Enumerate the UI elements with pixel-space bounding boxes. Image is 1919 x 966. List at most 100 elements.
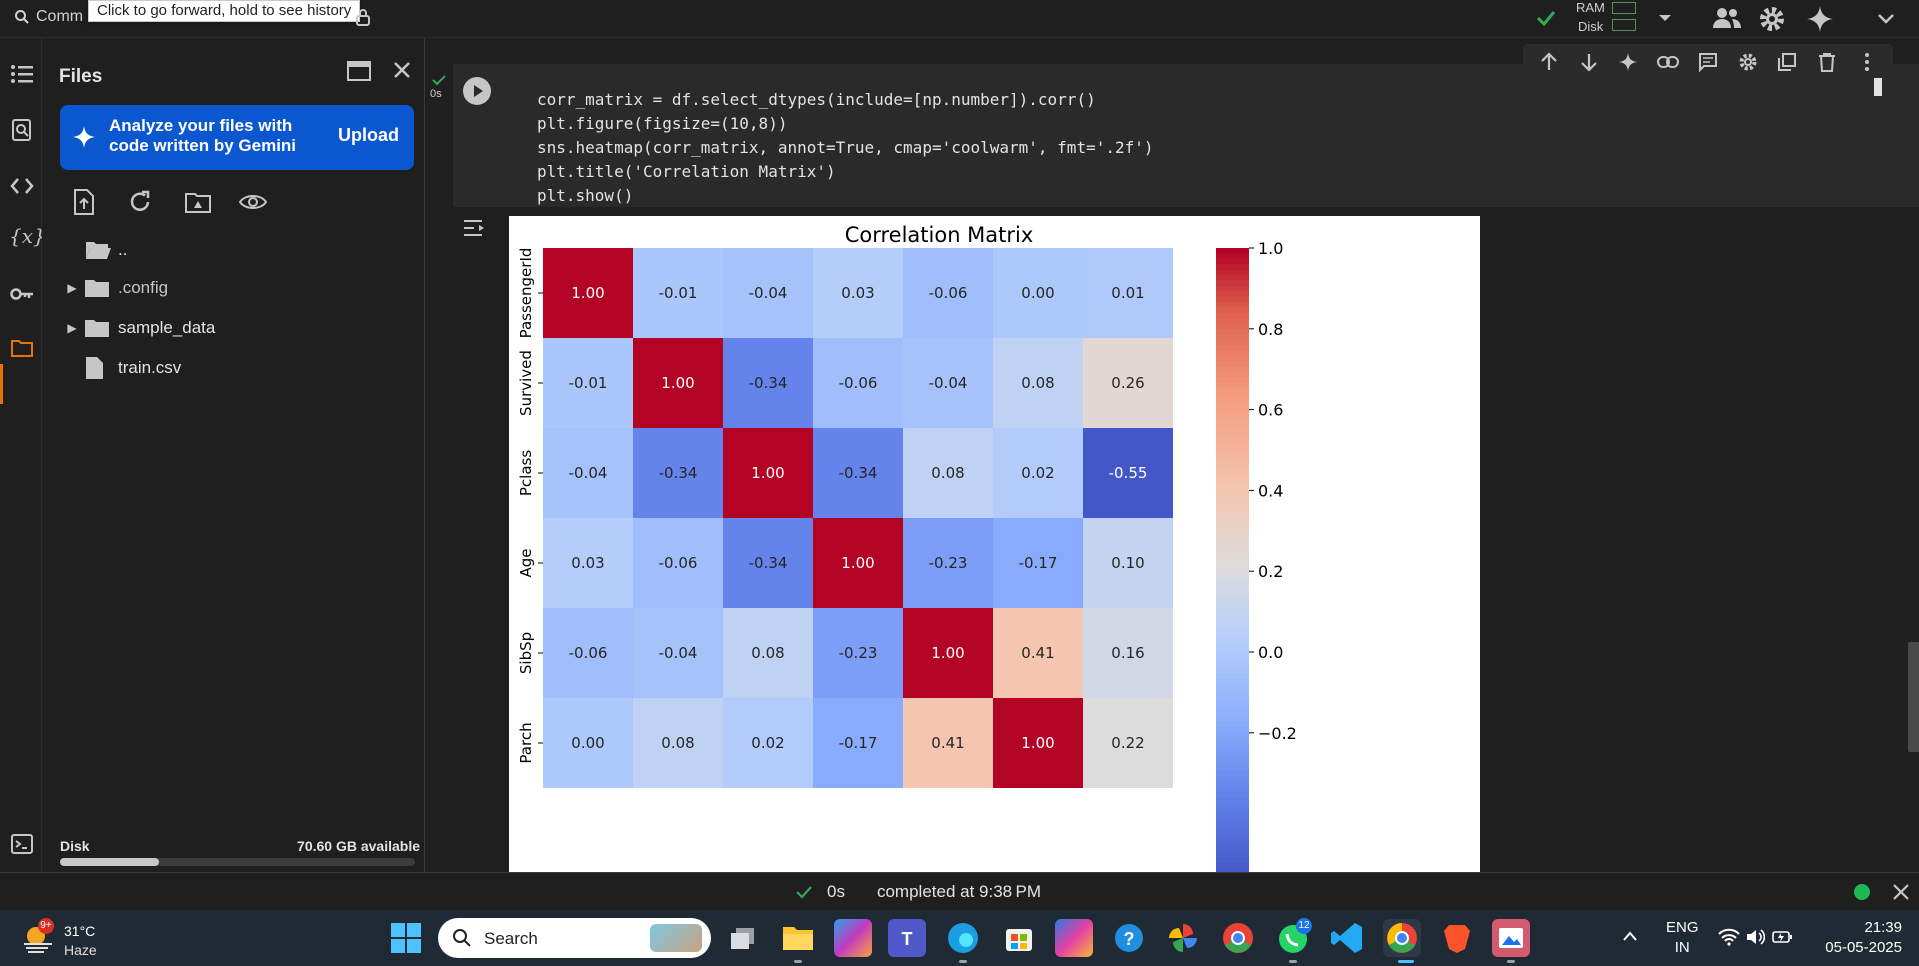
whatsapp-badge: 12 [1296, 918, 1312, 934]
heatmap-annotation: 0.00 [1021, 284, 1054, 302]
windows-taskbar: 9+ 31°C Haze Search T ? 12 ENG IN 21:39 … [0, 910, 1919, 966]
taskbar-search[interactable]: Search [438, 918, 711, 958]
mirror-cell-icon[interactable] [1776, 51, 1798, 73]
clock-date: 05-05-2025 [1825, 939, 1902, 956]
code-snippets-icon[interactable] [10, 174, 34, 198]
chevron-down-icon[interactable] [1657, 12, 1673, 24]
tree-item-label: .. [118, 240, 128, 259]
execution-status: 0s completed at 9:38 PM [795, 882, 1041, 902]
run-cell-button[interactable] [463, 77, 491, 105]
disk-usage-fill [60, 858, 160, 866]
tree-item-train-csv[interactable]: train.csv [60, 350, 181, 386]
cell-toolbar [1523, 44, 1893, 80]
more-vert-icon[interactable] [1856, 51, 1878, 73]
close-icon[interactable] [392, 60, 412, 80]
edge-icon[interactable] [944, 919, 982, 957]
mount-drive-icon[interactable] [184, 190, 212, 214]
upload-file-icon[interactable] [72, 188, 96, 216]
heatmap-annotation: 0.08 [1021, 374, 1054, 392]
variables-icon[interactable]: {x} [9, 224, 46, 248]
secrets-key-icon[interactable] [10, 282, 34, 306]
file-explorer-icon[interactable] [779, 919, 817, 957]
heatmap-annotation: -0.04 [569, 464, 608, 482]
tree-item-sample-data[interactable]: ▶ sample_data [60, 310, 215, 346]
settings-gear-icon[interactable] [1758, 5, 1786, 33]
scroll-marker [1874, 78, 1882, 96]
cell-exec-time: 0s [430, 88, 442, 100]
gemini-sparkle-icon[interactable] [1806, 5, 1834, 33]
battery-icon[interactable] [1772, 928, 1794, 946]
language-code: ENG [1666, 919, 1699, 936]
heatmap-annotation: 0.01 [1111, 284, 1144, 302]
disk-usage-row: Disk 70.60 GB available [60, 838, 420, 854]
gemini-sparkle-icon[interactable] [1617, 51, 1639, 73]
copilot-icon[interactable] [834, 919, 872, 957]
gemini-card-text: Analyze your files with code written by … [109, 116, 297, 155]
row-label: Pclass [517, 450, 535, 496]
code-editor[interactable]: corr_matrix = df.select_dtypes(include=[… [537, 88, 1154, 208]
expand-arrow-icon[interactable]: ▶ [60, 281, 84, 295]
ram-disk-indicator[interactable]: RAM Disk [1530, 0, 1640, 38]
side-rail: {x} [0, 38, 46, 872]
help-icon[interactable]: ? [1110, 919, 1148, 957]
chrome-profile-icon[interactable] [1219, 919, 1257, 957]
cell-success-check-icon [432, 75, 446, 86]
collapse-chevron-icon[interactable] [1876, 10, 1896, 26]
heatmap-annotation: 0.00 [571, 734, 604, 752]
gemini-analyze-card[interactable]: Analyze your files with code written by … [60, 105, 414, 170]
photos-pinwheel-icon[interactable] [1164, 919, 1202, 957]
share-people-icon[interactable] [1712, 5, 1742, 31]
terminal-icon[interactable] [10, 832, 34, 856]
heatmap-annotation: -0.04 [749, 284, 788, 302]
task-view-icon[interactable] [724, 919, 762, 957]
move-up-icon[interactable] [1538, 51, 1560, 73]
heatmap-annotation: -0.23 [929, 554, 968, 572]
code-line: plt.figure(figsize=(10,8)) [537, 114, 788, 133]
weather-widget[interactable]: 9+ 31°C Haze [22, 918, 132, 958]
system-clock[interactable]: 21:39 05-05-2025 [1812, 918, 1902, 958]
output-actions-icon[interactable] [462, 216, 490, 240]
microsoft-store-icon[interactable] [1000, 919, 1038, 957]
notebook-scrollbar[interactable] [1908, 642, 1919, 752]
cell-settings-gear-icon[interactable] [1737, 51, 1759, 73]
close-status-icon[interactable] [1892, 883, 1910, 901]
expand-arrow-icon[interactable]: ▶ [60, 321, 84, 335]
comment-icon[interactable] [1697, 51, 1719, 73]
language-indicator[interactable]: ENG IN [1666, 918, 1699, 958]
rail-active-indicator [0, 364, 3, 404]
status-check-icon [796, 886, 812, 899]
microsoft-365-icon[interactable] [1055, 919, 1093, 957]
tree-item-config[interactable]: ▶ .config [60, 270, 168, 306]
command-search[interactable]: Comm [14, 8, 83, 26]
tray-overflow-chevron-icon[interactable] [1622, 930, 1638, 942]
code-line: corr_matrix = df.select_dtypes(include=[… [537, 90, 1096, 109]
upload-button[interactable]: Upload [338, 125, 399, 146]
vscode-icon[interactable] [1328, 919, 1366, 957]
tree-item-parent[interactable]: .. [60, 232, 127, 268]
delete-trash-icon[interactable] [1816, 51, 1838, 73]
open-in-tab-icon[interactable] [346, 60, 372, 82]
link-icon[interactable] [1657, 51, 1680, 73]
teams-icon[interactable]: T [888, 919, 926, 957]
tree-item-label: .config [118, 278, 169, 297]
refresh-icon[interactable] [128, 190, 152, 214]
top-bar: Comm Click to go forward, hold to see hi… [0, 0, 1919, 38]
find-replace-icon[interactable] [10, 118, 34, 142]
brave-icon[interactable] [1438, 919, 1476, 957]
table-of-contents-icon[interactable] [10, 62, 34, 86]
heatmap-annotation: 1.00 [841, 554, 874, 572]
move-down-icon[interactable] [1578, 51, 1600, 73]
snipping-tool-icon[interactable] [1492, 919, 1530, 957]
heatmap-annotation: -0.06 [569, 644, 608, 662]
wifi-icon[interactable] [1718, 928, 1740, 946]
volume-icon[interactable] [1745, 928, 1765, 946]
chrome-icon[interactable] [1383, 919, 1421, 957]
heatmap-annotation: 1.00 [931, 644, 964, 662]
forward-tooltip: Click to go forward, hold to see history [88, 0, 361, 22]
show-hidden-eye-icon[interactable] [239, 192, 267, 212]
code-cell[interactable]: corr_matrix = df.select_dtypes(include=[… [453, 64, 1919, 207]
row-label: Age [517, 548, 535, 577]
windows-start-icon[interactable] [391, 923, 421, 953]
heatmap-annotation: 0.03 [841, 284, 874, 302]
files-folder-icon[interactable] [10, 336, 34, 360]
